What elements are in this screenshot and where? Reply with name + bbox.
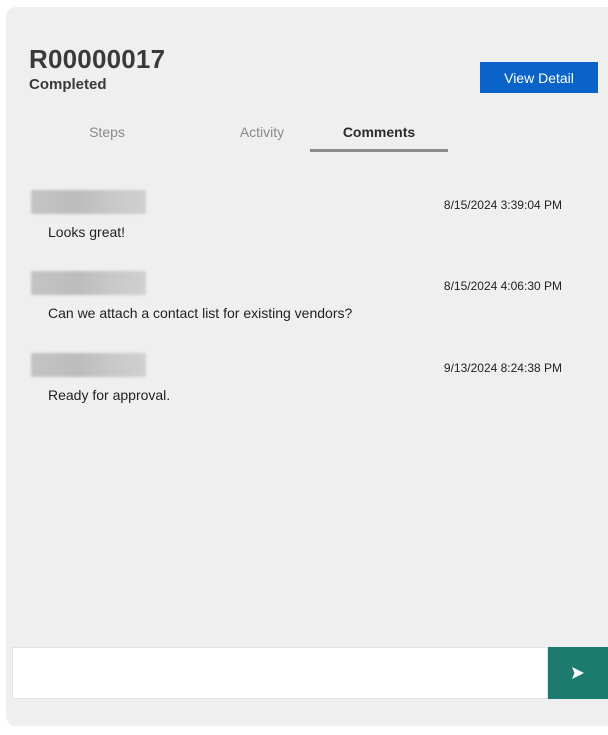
comment-composer — [12, 647, 548, 699]
comment-text: Looks great! — [48, 224, 126, 240]
request-status: Completed — [29, 76, 107, 93]
comment-input[interactable] — [13, 648, 547, 698]
comment-item: 8/15/2024 3:39:04 PM Looks great! — [6, 190, 608, 250]
send-arrow-icon — [572, 667, 584, 679]
comment-timestamp: 9/13/2024 8:24:38 PM — [443, 361, 562, 375]
tab-steps[interactable]: Steps — [38, 115, 176, 151]
comment-text: Can we attach a contact list for existin… — [48, 305, 353, 321]
comment-author-redacted — [31, 271, 146, 295]
comment-author-redacted — [31, 353, 146, 377]
comment-timestamp: 8/15/2024 3:39:04 PM — [443, 198, 562, 212]
request-id: R00000017 — [29, 44, 166, 74]
send-button[interactable] — [548, 647, 608, 699]
comment-text: Ready for approval. — [48, 387, 171, 403]
comment-timestamp: 8/15/2024 4:06:30 PM — [443, 279, 562, 293]
tab-bar: Steps Activity Comments — [28, 115, 568, 152]
comment-author-redacted — [31, 190, 146, 214]
request-panel: R00000017 Completed View Detail Steps Ac… — [6, 7, 608, 726]
tab-comments[interactable]: Comments — [310, 115, 448, 152]
request-header: R00000017 Completed — [29, 44, 165, 95]
view-detail-button[interactable]: View Detail — [480, 62, 598, 93]
comment-item: 8/15/2024 4:06:30 PM Can we attach a con… — [6, 271, 608, 331]
comment-item: 9/13/2024 8:24:38 PM Ready for approval. — [6, 353, 608, 413]
